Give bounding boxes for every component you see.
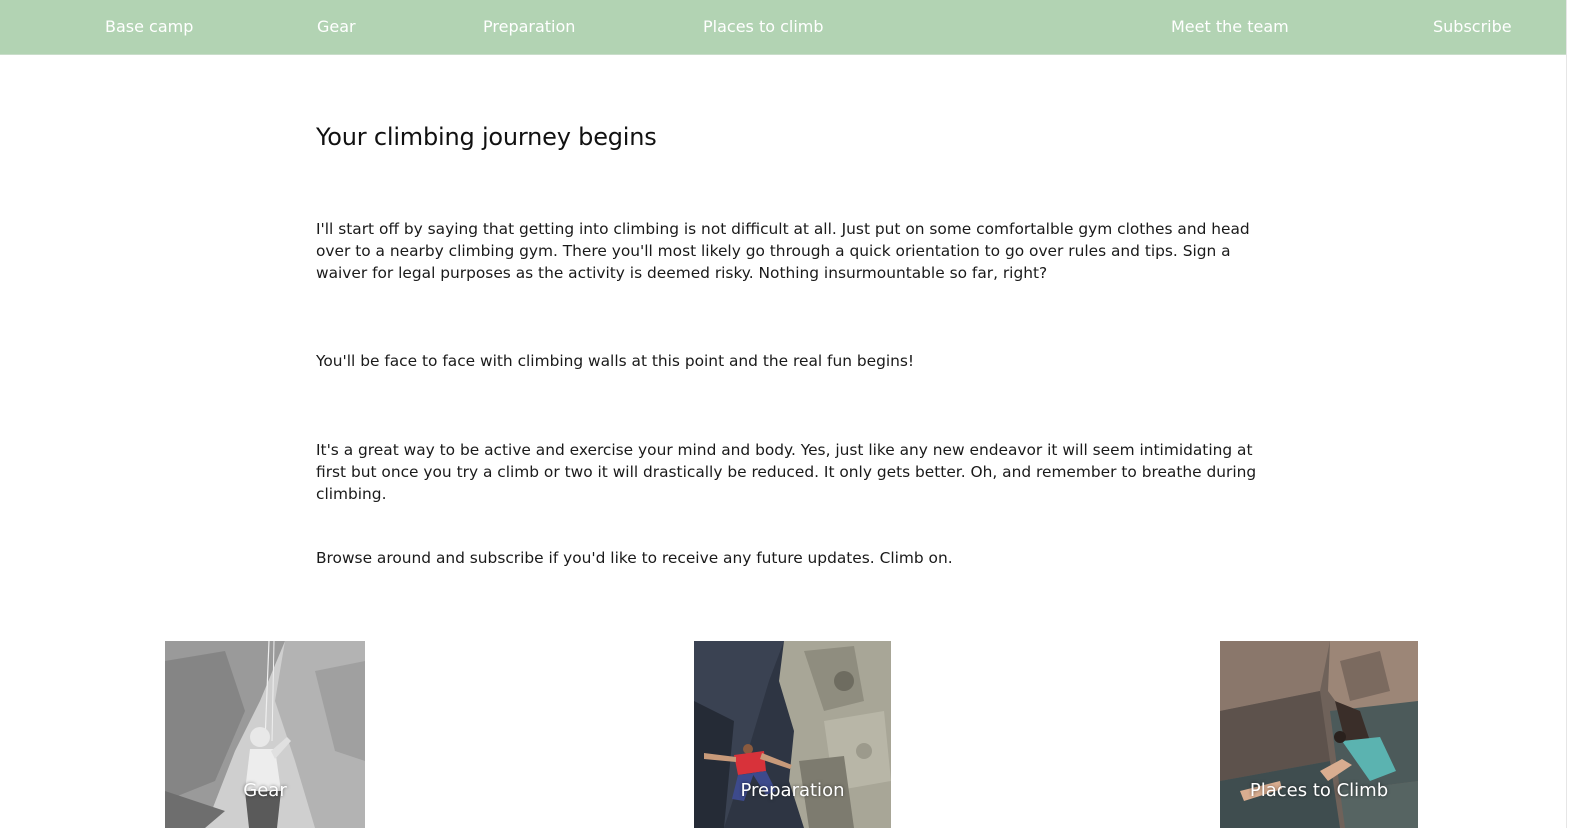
nav-link-subscribe[interactable]: Subscribe bbox=[1433, 17, 1512, 37]
gear-card-label: Gear bbox=[243, 780, 287, 801]
subscribe-paragraph: Browse around and subscribe if you'd lik… bbox=[316, 549, 953, 567]
top-navigation-bar: Base camp Gear Preparation Places to cli… bbox=[0, 0, 1567, 55]
gear-card[interactable]: Gear bbox=[165, 641, 365, 828]
nav-link-gear[interactable]: Gear bbox=[317, 17, 356, 37]
exercise-paragraph: It's a great way to be active and exerci… bbox=[316, 441, 1257, 503]
walls-paragraph: You'll be face to face with climbing wal… bbox=[316, 352, 915, 370]
page-title: Your climbing journey begins bbox=[316, 123, 657, 151]
preparation-card[interactable]: Preparation bbox=[694, 641, 891, 828]
vertical-scrollbar[interactable] bbox=[1566, 0, 1584, 828]
nav-link-places-to-climb[interactable]: Places to climb bbox=[703, 17, 824, 37]
intro-paragraph: I'll start off by saying that getting in… bbox=[316, 220, 1250, 282]
nav-link-preparation[interactable]: Preparation bbox=[483, 17, 575, 37]
places-to-climb-card-label: Places to Climb bbox=[1249, 780, 1389, 801]
places-to-climb-card[interactable]: Places to Climb bbox=[1220, 641, 1418, 828]
page: Base camp Gear Preparation Places to cli… bbox=[0, 0, 1584, 828]
nav-link-meet-the-team[interactable]: Meet the team bbox=[1171, 17, 1289, 37]
nav-link-base-camp[interactable]: Base camp bbox=[105, 17, 193, 37]
preparation-card-label: Preparation bbox=[740, 780, 845, 801]
